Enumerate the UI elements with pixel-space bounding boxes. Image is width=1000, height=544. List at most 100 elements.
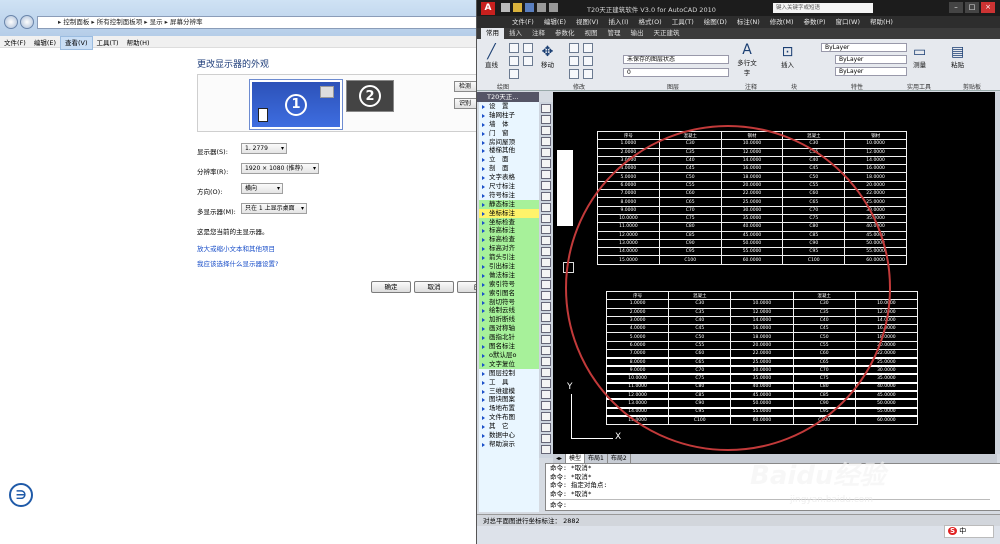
menu-parametric[interactable]: 参数(P) [798,16,830,28]
t20-tool-icon[interactable] [541,291,551,300]
tab-annotate[interactable]: 注释 [527,28,550,39]
t20-tool-icon[interactable] [541,346,551,355]
redo-icon[interactable] [549,3,558,12]
close-button[interactable]: × [981,2,995,13]
t20-menu-item[interactable]: 门 窗 [479,129,539,138]
menu-modify[interactable]: 修改(M) [765,16,799,28]
t20-menu-item[interactable]: 索引符号 [479,279,539,289]
resolution-select[interactable]: 1920 × 1080 (推荐) [241,163,319,174]
ime-indicator[interactable]: S 中 [944,525,994,538]
t20-menu-item[interactable]: 楼梯其他 [479,146,539,155]
menu-view[interactable]: 视图(V) [571,16,604,28]
t20-menu-item[interactable]: 场地布置 [479,404,539,413]
mirror-icon[interactable] [583,56,593,66]
t20-menu-item[interactable]: 帮助演示 [479,440,539,449]
trim-icon[interactable] [583,43,593,53]
tab-output[interactable]: 输出 [626,28,649,39]
t20-tool-icon[interactable] [541,170,551,179]
polyline-icon[interactable] [509,43,519,53]
t20-menu-item[interactable]: 画指北针 [479,333,539,343]
t20-tool-icon[interactable] [541,423,551,432]
t20-tool-icon[interactable] [541,247,551,256]
arc-icon[interactable] [509,69,519,79]
t20-menu-item[interactable]: 文字表格 [479,173,539,182]
t20-menu-item[interactable]: 做法标注 [479,270,539,280]
t20-tool-icon[interactable] [541,313,551,322]
menu-insert[interactable]: 插入(I) [604,16,634,28]
insert-block-button[interactable]: ⊡ 插入 [781,45,794,69]
t20-menu-item[interactable]: 图块图案 [479,395,539,404]
t20-menu-item[interactable]: 引出标注 [479,262,539,271]
tab-tianzheng[interactable]: 天正建筑 [649,28,685,39]
identify-button[interactable]: 识别 [454,98,478,109]
search-input[interactable]: 键入关键字或短语 [773,3,873,13]
tab-home[interactable]: 常用 [481,28,504,39]
panel-layers-title[interactable]: 图层 [667,82,679,91]
t20-menu-item[interactable]: 文字复位 [479,359,539,369]
t20-menu-item[interactable]: o默认层o [479,350,539,360]
t20-tool-icon[interactable] [541,258,551,267]
panel-properties-title[interactable]: 特性 [851,82,863,91]
t20-menu-item[interactable]: 轴网柱子 [479,111,539,120]
tab-insert[interactable]: 插入 [504,28,527,39]
t20-menu-item[interactable]: 工 具 [479,378,539,387]
breadcrumb[interactable]: ▸ 控制面板 ▸ 所有控制面板项 ▸ 显示 ▸ 屏幕分辨率 [37,16,477,29]
back-button[interactable] [4,15,18,29]
t20-tool-icon[interactable] [541,115,551,124]
display-select[interactable]: 1. 2779 [241,143,287,154]
t20-tool-icon[interactable] [541,159,551,168]
right-scroll-strip[interactable] [995,92,1000,454]
menu-view[interactable]: 查看(V) [60,36,93,50]
t20-tool-icon[interactable] [541,302,551,311]
lineweight-select[interactable]: ByLayer [835,67,907,76]
t20-panel-header[interactable]: T20天正... [477,92,539,102]
layer-state-select[interactable]: 未保存的图层状态 [623,55,729,64]
tab-layout1[interactable]: 布局1 [585,454,608,463]
tab-layout2[interactable]: 布局2 [608,454,631,463]
t20-menu-item[interactable]: 尺寸标注 [479,182,539,191]
t20-tool-icon[interactable] [541,390,551,399]
t20-menu-item[interactable]: 箭头引注 [479,253,539,263]
menu-tools[interactable]: 工具(T) [93,37,123,49]
linetype-select[interactable]: ByLayer [835,55,907,64]
panel-annotation-title[interactable]: 注释 [745,82,757,91]
circle-icon[interactable] [509,56,519,66]
detect-button[interactable]: 检测 [454,81,478,92]
menu-help[interactable]: 帮助(H) [865,16,898,28]
measure-button[interactable]: ▭ 测量 [913,45,926,69]
move-button[interactable]: ✥ 移动 [541,45,554,69]
command-input[interactable]: 命令: [550,499,990,509]
t20-menu-item[interactable]: 图名标注 [479,342,539,351]
drawing-canvas[interactable]: 序号 混凝土 钢材 混凝土 钢材 1.0000 C30 10.0000 C30 10.0000 2.… [553,92,997,454]
t20-menu-item[interactable]: 文件布图 [479,413,539,422]
monitor-1[interactable]: 1 [249,79,343,130]
forward-button[interactable] [20,15,34,29]
panel-clipboard-title[interactable]: 剪贴板 [963,82,981,91]
open-icon[interactable] [513,3,522,12]
ok-button[interactable]: 确定 [371,281,411,293]
t20-menu-item[interactable]: 标高检查 [479,235,539,245]
tab-parametric[interactable]: 参数化 [550,28,580,39]
menu-draw[interactable]: 绘图(D) [699,16,732,28]
paste-button[interactable]: ▤ 粘贴 [951,45,964,69]
t20-tool-icon[interactable] [541,324,551,333]
multiline-text-button[interactable]: A 多行文字 [737,43,757,77]
save-icon[interactable] [525,3,534,12]
t20-menu-item[interactable]: 设 置 [479,102,539,111]
orientation-select[interactable]: 横向 [241,183,283,194]
t20-tool-icon[interactable] [541,203,551,212]
maximize-button[interactable]: □ [965,2,979,13]
panel-modify-title[interactable]: 修改 [573,82,585,91]
t20-menu-item[interactable]: 符号标注 [479,191,539,200]
t20-tool-icon[interactable] [541,335,551,344]
new-icon[interactable] [501,3,510,12]
t20-tool-icon[interactable] [541,269,551,278]
t20-tool-icon[interactable] [541,368,551,377]
nav-arrows[interactable]: ◂▸ [553,454,567,463]
line-button[interactable]: ╱ 直线 [485,45,498,69]
hatch-icon[interactable] [523,56,533,66]
t20-menu-item[interactable]: 加折断线 [479,315,539,325]
t20-tool-icon[interactable] [541,379,551,388]
t20-tool-icon[interactable] [541,445,551,454]
t20-tool-icon[interactable] [541,104,551,113]
